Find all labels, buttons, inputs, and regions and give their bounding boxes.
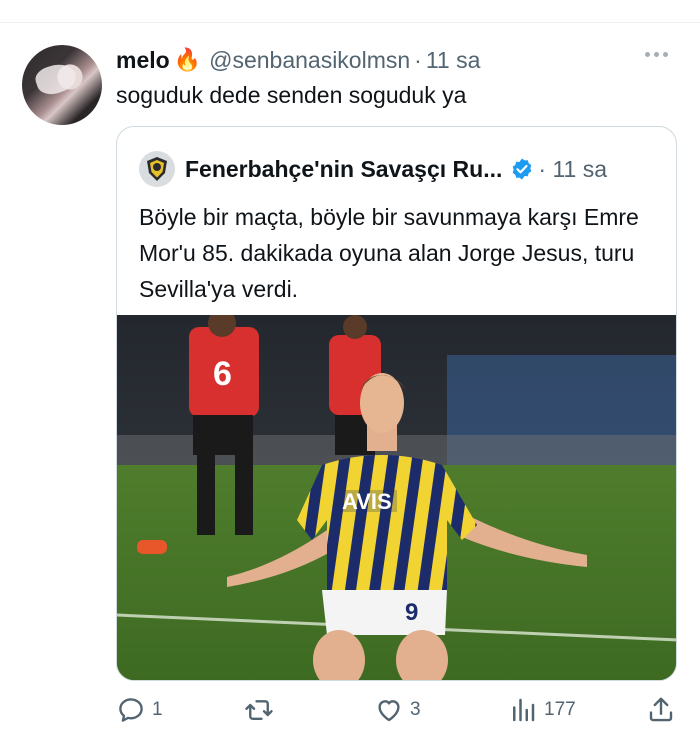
like-icon xyxy=(378,700,400,722)
reply-icon xyxy=(119,698,143,722)
quoted-avatar[interactable] xyxy=(139,151,175,187)
quoted-display-name[interactable]: Fenerbahçe'nin Savaşçı Ru... xyxy=(185,156,502,183)
player-shorts-number: 9 xyxy=(405,599,418,626)
quoted-header: Fenerbahçe'nin Savaşçı Ru... · 11 sa xyxy=(185,151,607,187)
opponent-number: 6 xyxy=(213,355,232,393)
tweet-text: soguduk dede senden soguduk ya xyxy=(116,82,467,108)
quoted-text: Böyle bir maçta, böyle bir savunmaya kar… xyxy=(139,204,639,302)
user-handle[interactable]: @senbanasikolmsn xyxy=(209,47,410,74)
reply-count: 1 xyxy=(152,699,163,720)
share-button[interactable] xyxy=(646,692,676,728)
verified-badge-icon xyxy=(513,158,532,180)
tweet-header: melo 🔥 @senbanasikolmsn · 11 sa xyxy=(116,44,480,76)
more-icon[interactable] xyxy=(645,52,668,57)
quoted-photo[interactable]: 6 AVIS 9 xyxy=(117,315,677,681)
reply-button[interactable]: 1 xyxy=(116,692,163,728)
sponsor-text: AVIS xyxy=(342,489,392,514)
quoted-time[interactable]: 11 sa xyxy=(552,156,607,182)
like-count: 3 xyxy=(410,699,421,720)
action-bar: 1 3 177 xyxy=(116,692,686,728)
views-count: 177 xyxy=(544,699,576,720)
avatar[interactable] xyxy=(22,45,102,125)
quoted-separator: · xyxy=(538,155,547,182)
separator-dot: · xyxy=(414,46,422,73)
display-name[interactable]: melo xyxy=(116,47,170,74)
retweet-button[interactable] xyxy=(244,692,280,728)
fire-emoji: 🔥 xyxy=(173,47,202,72)
like-button[interactable]: 3 xyxy=(374,692,421,728)
views-icon xyxy=(513,698,535,722)
club-crest-icon xyxy=(147,157,167,181)
views-button[interactable]: 177 xyxy=(508,692,576,728)
retweet-icon xyxy=(245,700,273,720)
share-icon xyxy=(649,697,673,722)
quoted-tweet[interactable]: Fenerbahçe'nin Savaşçı Ru... · 11 sa Böy… xyxy=(116,126,677,681)
tweet-time[interactable]: 11 sa xyxy=(426,47,481,74)
top-divider xyxy=(0,22,700,23)
